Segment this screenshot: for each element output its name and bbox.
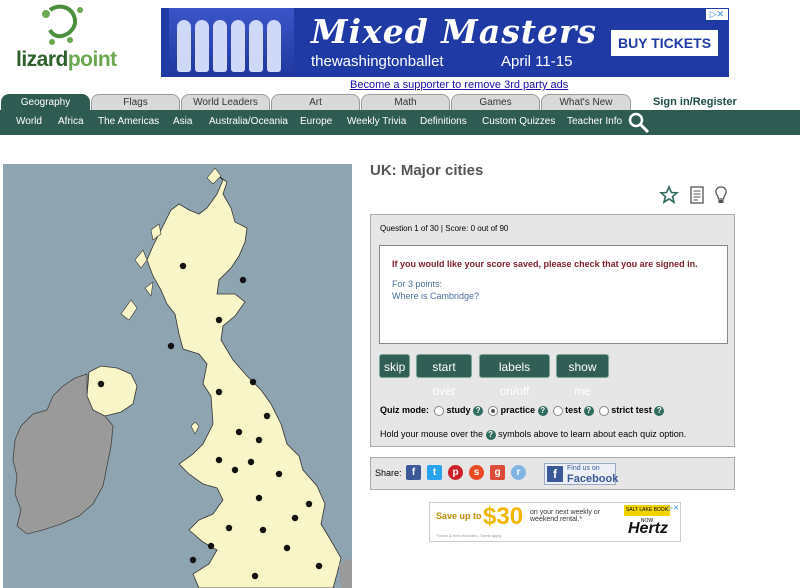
mode-strict-test-radio[interactable] (598, 405, 609, 416)
document-icon[interactable] (687, 185, 707, 205)
labels-toggle-button[interactable]: labels on/off (479, 354, 550, 398)
nav-australia[interactable]: Australia/Oceania (209, 116, 288, 127)
tab-world-leaders[interactable]: World Leaders (181, 94, 270, 111)
fb-big-text: Facebook (567, 473, 619, 485)
tab-math[interactable]: Math (361, 94, 450, 111)
help-icon[interactable]: ? (473, 405, 484, 416)
mode-test-label: test (565, 405, 582, 415)
quiz-panel: Question 1 of 30 | Score: 0 out of 90 If… (370, 214, 735, 447)
show-me-button[interactable]: show me (556, 354, 609, 398)
mode-study-radio[interactable] (434, 405, 445, 416)
ad-title: Mixed Masters (311, 12, 597, 51)
hold-hint: Hold your mouse over the ? symbols above… (380, 429, 686, 440)
hertz-ad[interactable]: Save up to $30 on your next weekly or we… (429, 502, 681, 542)
share-label: Share: (375, 468, 402, 478)
reddit-icon[interactable]: r (511, 465, 526, 480)
site-logo[interactable]: lizardpoint (14, 4, 134, 74)
tab-whats-new[interactable]: What's New (541, 94, 631, 111)
hertz-amount: $30 (483, 503, 524, 530)
tab-games[interactable]: Games (451, 94, 540, 111)
ad-date: April 11-15 (501, 53, 573, 70)
nav-americas[interactable]: The Americas (98, 116, 159, 127)
dancers-image (169, 8, 294, 77)
hertz-fine-print: *Taxes & fees excluded. Terms apply. (436, 533, 503, 538)
tab-art[interactable]: Art (271, 94, 360, 111)
help-icon[interactable]: ? (537, 405, 548, 416)
logo-text-1: lizard (16, 48, 68, 71)
start-over-button[interactable]: start over (416, 354, 472, 398)
pinterest-icon[interactable]: p (448, 465, 463, 480)
ad-choices-icon[interactable]: ▷✕ (668, 504, 679, 512)
mode-study-label: study (446, 405, 471, 415)
supporter-link[interactable]: Become a supporter to remove 3rd party a… (350, 79, 568, 91)
help-icon: ? (485, 429, 496, 440)
nav-europe[interactable]: Europe (300, 116, 332, 127)
hertz-badge: SALT LAKE BOOK NOW (624, 505, 670, 524)
nav-africa[interactable]: Africa (58, 116, 84, 127)
nav-definitions[interactable]: Definitions (420, 116, 467, 127)
mode-practice-label: practice (500, 405, 536, 415)
help-icon[interactable]: ? (583, 405, 594, 416)
facebook-logo-icon: f (547, 466, 563, 482)
star-icon[interactable] (659, 185, 679, 205)
ad-banner[interactable]: Mixed Masters thewashingtonballet April … (161, 8, 729, 77)
buy-tickets-button[interactable]: BUY TICKETS (611, 30, 718, 56)
ad-choices-icon[interactable]: ▷✕ (706, 9, 728, 20)
mode-practice-radio[interactable] (488, 405, 499, 416)
question-text: Where is Cambridge? (392, 291, 480, 301)
logo-text-2: point (67, 48, 117, 71)
nav-asia[interactable]: Asia (173, 116, 192, 127)
nav-bar: World Africa The Americas Asia Australia… (0, 110, 800, 135)
mode-test-radio[interactable] (552, 405, 563, 416)
lightbulb-icon[interactable] (711, 185, 731, 205)
mode-strict-test-label: strict test (611, 405, 652, 415)
ad-subtitle: thewashingtonballet (311, 53, 444, 70)
lizard-icon (42, 4, 83, 45)
hertz-save-text: Save up to (436, 511, 482, 521)
tab-flags[interactable]: Flags (91, 94, 180, 111)
stumbleupon-icon[interactable]: s (469, 465, 484, 480)
page-title: UK: Major cities (370, 162, 484, 179)
fb-small-text: Find us on (567, 465, 600, 472)
google-plus-icon[interactable]: g (490, 465, 505, 480)
question-progress: Question 1 of 30 | Score: 0 out of 90 (380, 224, 509, 233)
signin-link[interactable]: Sign in/Register (653, 96, 737, 108)
nav-custom-quizzes[interactable]: Custom Quizzes (482, 116, 555, 127)
twitter-icon[interactable]: t (427, 465, 442, 480)
points-label: For 3 points: (392, 279, 443, 289)
share-panel: Share: f t p s g r f Find us on Facebook (370, 457, 735, 490)
hold-hint-pre: Hold your mouse over the (380, 429, 484, 439)
facebook-icon[interactable]: f (406, 465, 421, 480)
hertz-logo: Hertz (628, 520, 669, 537)
signin-notice: If you would like your score saved, plea… (392, 259, 698, 269)
question-box: If you would like your score saved, plea… (379, 245, 728, 344)
facebook-like-button[interactable]: f Find us on Facebook (544, 463, 619, 485)
hold-hint-post: symbols above to learn about each quiz o… (498, 429, 687, 439)
nav-weekly-trivia[interactable]: Weekly Trivia (347, 116, 406, 127)
quiz-mode-label: Quiz mode: (380, 405, 429, 415)
quiz-mode-row: Quiz mode: study ? practice ? test ? str… (380, 405, 665, 416)
nav-teacher-info[interactable]: Teacher Info (567, 116, 622, 127)
uk-map[interactable] (3, 164, 352, 588)
hertz-detail: on your next weekly or weekend rental.* (530, 509, 601, 523)
help-icon[interactable]: ? (654, 405, 665, 416)
skip-button[interactable]: skip (379, 354, 410, 378)
search-icon[interactable] (628, 112, 650, 134)
nav-world[interactable]: World (16, 116, 42, 127)
